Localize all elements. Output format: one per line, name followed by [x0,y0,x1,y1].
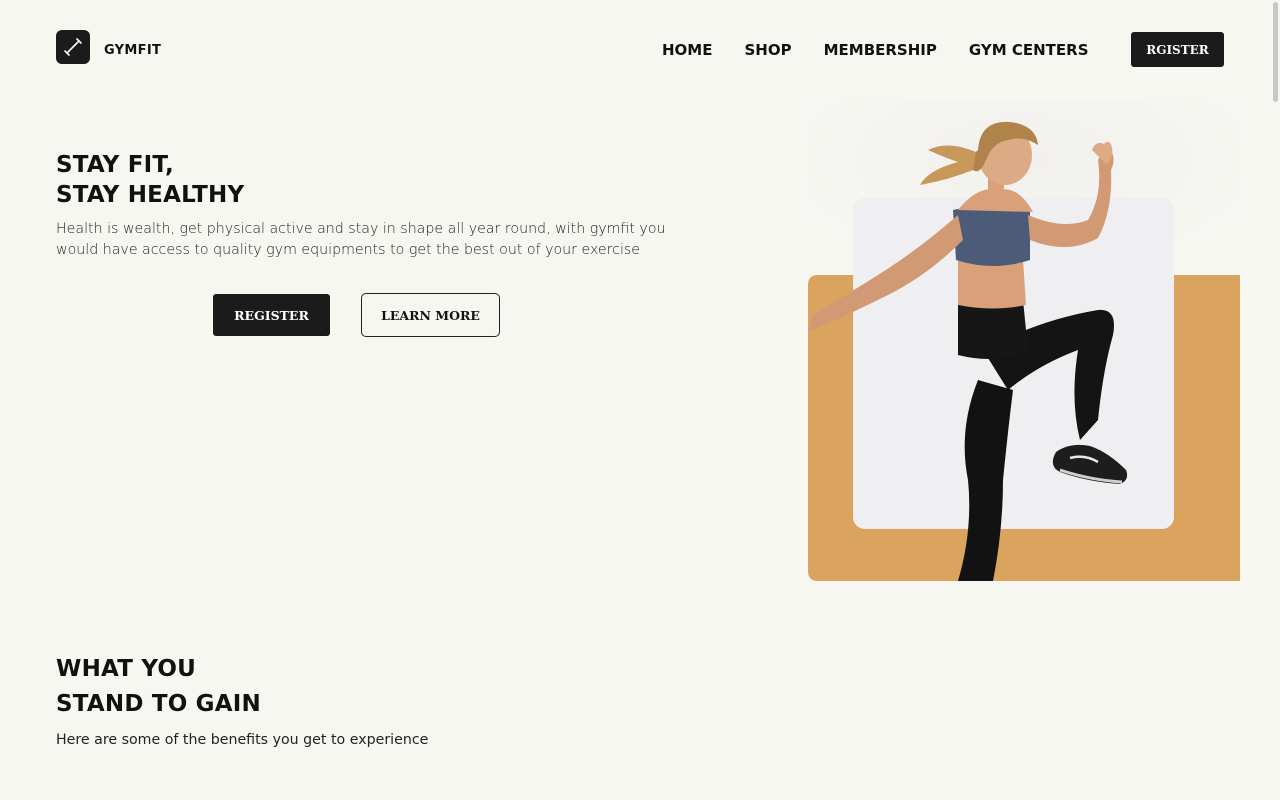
hero-title: STAY FIT, STAY HEALTHY [56,150,244,210]
benefits-title-line1: WHAT YOU [56,656,196,682]
hero-title-line1: STAY FIT, [56,152,174,178]
nav-shop[interactable]: SHOP [744,41,791,59]
nav-membership[interactable]: MEMBERSHIP [824,41,937,59]
hero-description: Health is wealth, get physical active an… [56,221,666,258]
benefits-description: Here are some of the benefits you get to… [56,732,429,748]
header-register-button[interactable]: RGISTER [1131,32,1224,67]
learn-more-button[interactable]: LEARN MORE [361,293,500,337]
scrollbar[interactable] [1273,2,1278,102]
logo[interactable] [56,30,90,64]
hero-image [808,100,1240,581]
brand-name[interactable]: GYMFIT [104,43,161,58]
hero-register-button[interactable]: REGISTER [213,294,330,336]
nav-home[interactable]: HOME [662,41,712,59]
dumbbell-icon [56,30,90,64]
main-nav: HOME SHOP MEMBERSHIP GYM CENTERS [662,41,1089,59]
benefits-title-line2: STAND TO GAIN [56,691,261,717]
hero-title-line2: STAY HEALTHY [56,182,245,208]
benefits-title: WHAT YOU STAND TO GAIN [56,652,261,722]
nav-gym-centers[interactable]: GYM CENTERS [969,41,1089,59]
site-header: GYMFIT HOME SHOP MEMBERSHIP GYM CENTERS … [56,30,1224,68]
page: GYMFIT HOME SHOP MEMBERSHIP GYM CENTERS … [0,0,1280,800]
